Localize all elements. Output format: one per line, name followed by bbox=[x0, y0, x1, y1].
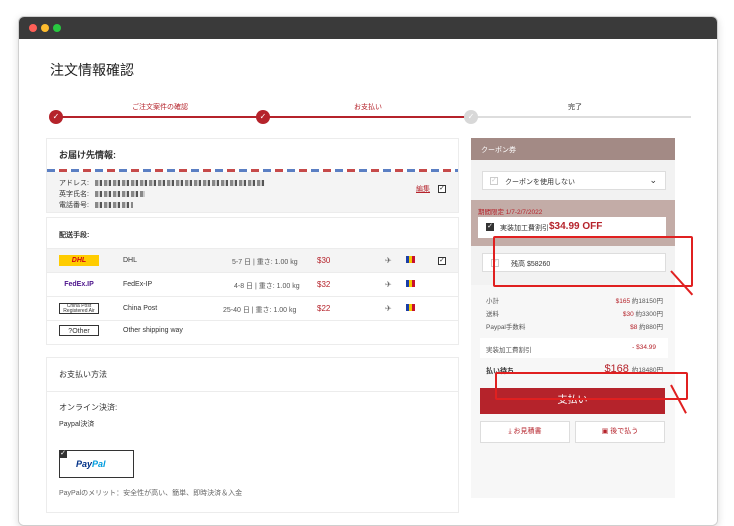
other-logo: ?Other bbox=[59, 325, 99, 336]
payment-card: お支払い方法 オンライン決済: Paypal決済 ✓ PayPal PayPal… bbox=[46, 357, 459, 513]
dhl-logo: DHL bbox=[59, 255, 99, 266]
blurred-name bbox=[94, 191, 145, 198]
discount-label: 実装加工費割引 bbox=[486, 347, 532, 354]
coupon-heading: クーポン券 bbox=[471, 138, 675, 160]
discount-highlight-box bbox=[495, 372, 688, 400]
paypal-label: Paypal決済 bbox=[59, 421, 95, 428]
paypal-checkbox[interactable]: ✓ bbox=[59, 450, 67, 458]
browser-window: 注文情報確認 ✓ ✓ ✓ ご注文案件の確認 お支払い 完了 お届け先情報: アド… bbox=[18, 16, 718, 526]
payment-body: オンライン決済: Paypal決済 ✓ PayPal PayPalのメリット：安… bbox=[47, 392, 458, 512]
shipping-option-dhl[interactable]: DHL DHL 5-7 日 | 重さ: 1.00 kg $30 ✈ ✓ bbox=[47, 248, 458, 272]
address-line: アドレス: bbox=[59, 178, 446, 189]
carrier-price: $30 bbox=[317, 256, 331, 265]
payment-heading: お支払い方法 bbox=[47, 358, 458, 392]
step-2-label: お支払い bbox=[354, 104, 382, 111]
coupon-select[interactable]: ✓ クーポンを使用しない ⌄ bbox=[482, 171, 666, 190]
window-titlebar bbox=[19, 17, 717, 39]
order-confirm-page: 注文情報確認 ✓ ✓ ✓ ご注文案件の確認 お支払い 完了 お届け先情報: アド… bbox=[19, 39, 717, 525]
flag-icon bbox=[406, 304, 415, 311]
address-checkbox[interactable]: ✓ bbox=[438, 185, 446, 193]
carrier-price: $32 bbox=[317, 280, 331, 289]
carrier-time: 4-8 日 | 重さ: 1.00 kg bbox=[234, 283, 300, 290]
maximize-window-icon[interactable] bbox=[53, 24, 61, 32]
carrier-name: DHL bbox=[123, 257, 138, 264]
shipping-option-china-post[interactable]: China Post Registered Air China Post 25-… bbox=[47, 296, 458, 320]
carrier-time: 5-7 日 | 重さ: 1.00 kg bbox=[232, 259, 298, 266]
chevron-down-icon: ⌄ bbox=[649, 175, 657, 185]
address-card: お届け先情報: アドレス: 英字氏名: 電話番号: 編集 ✓ bbox=[46, 138, 459, 213]
step-1-label: ご注文案件の確認 bbox=[132, 104, 188, 111]
promo-date: 期間限定 1/7-2/7/2022 bbox=[478, 209, 543, 216]
fedex-logo: FedEx.IP bbox=[64, 281, 94, 288]
airplane-icon: ✈ bbox=[385, 256, 392, 265]
minimize-window-icon[interactable] bbox=[41, 24, 49, 32]
coupon-select-value: クーポンを使用しない bbox=[505, 179, 575, 186]
promo-amount: $34.99 OFF bbox=[549, 221, 603, 232]
discount-value: - $34.99 bbox=[632, 344, 656, 351]
blurred-address bbox=[94, 180, 265, 187]
progress-line-2 bbox=[263, 116, 471, 118]
left-column: お届け先情報: アドレス: 英字氏名: 電話番号: 編集 ✓ 配送手段: DHL… bbox=[46, 138, 459, 513]
paypal-logo: PayPal bbox=[76, 459, 106, 469]
step-1-check-icon: ✓ bbox=[49, 110, 63, 124]
step-3-label: 完了 bbox=[568, 104, 582, 111]
step-2-check-icon: ✓ bbox=[256, 110, 270, 124]
carrier-time: 25-40 日 | 重さ: 1.00 kg bbox=[223, 307, 297, 314]
carrier-name: FedEx-IP bbox=[123, 281, 153, 288]
phone-line: 電話番号: bbox=[59, 200, 446, 211]
carrier-name: Other shipping way bbox=[123, 327, 183, 334]
edit-address-link[interactable]: 編集 bbox=[416, 184, 430, 195]
progress-line-3 bbox=[471, 116, 691, 118]
blurred-phone bbox=[94, 202, 133, 209]
shipping-option-other[interactable]: ?Other Other shipping way bbox=[47, 320, 458, 344]
airplane-icon: ✈ bbox=[385, 280, 392, 289]
close-window-icon[interactable] bbox=[29, 24, 37, 32]
pay-later-button[interactable]: ▣ 後で払う bbox=[575, 421, 665, 443]
promo-coupon[interactable]: ✓ 実装加工費割引 $34.99 OFF bbox=[478, 217, 666, 238]
shipping-card: 配送手段: DHL DHL 5-7 日 | 重さ: 1.00 kg $30 ✈ … bbox=[46, 217, 459, 345]
shipping-heading: 配送手段: bbox=[59, 232, 90, 239]
right-column: クーポン券 ✓ クーポンを使用しない ⌄ 期間限定 1/7-2/7/2022 ✓… bbox=[471, 138, 675, 498]
china-post-logo: China Post Registered Air bbox=[59, 303, 99, 314]
page-title: 注文情報確認 bbox=[50, 62, 134, 78]
carrier-name: China Post bbox=[123, 305, 158, 312]
online-payment-label: オンライン決済: bbox=[59, 403, 118, 412]
carrier-price: $22 bbox=[317, 304, 331, 313]
coupon-none-checkbox[interactable]: ✓ bbox=[490, 177, 498, 185]
shipping-fee-row: 送料 $30 約3300円 bbox=[486, 311, 663, 318]
promo-checkbox[interactable]: ✓ bbox=[486, 223, 494, 231]
download-icon: ⤓ bbox=[508, 428, 512, 435]
paypal-note: PayPalのメリット：安全性が高い、簡単、即時決済＆入金 bbox=[59, 490, 243, 497]
shipping-checkbox[interactable]: ✓ bbox=[438, 257, 446, 265]
address-heading: お届け先情報: bbox=[59, 150, 116, 160]
airplane-icon: ✈ bbox=[385, 304, 392, 313]
promo-highlight-box bbox=[493, 236, 693, 287]
promo-label: 実装加工費割引 bbox=[500, 225, 549, 232]
flag-icon bbox=[406, 256, 415, 263]
progress-line-1 bbox=[56, 116, 263, 118]
name-line: 英字氏名: bbox=[59, 189, 446, 200]
shipping-option-fedex[interactable]: FedEx.IP FedEx-IP 4-8 日 | 重さ: 1.00 kg $3… bbox=[47, 272, 458, 296]
quote-button[interactable]: ⤓ お見積書 bbox=[480, 421, 570, 443]
paypal-option[interactable]: ✓ PayPal bbox=[59, 450, 134, 478]
discount-row: 実装加工費割引 - $34.99 bbox=[480, 338, 668, 358]
address-body: アドレス: 英字氏名: 電話番号: 編集 ✓ bbox=[47, 172, 458, 212]
invoice-icon: ▣ bbox=[601, 428, 609, 435]
subtotal-row: 小計 $165 約18150円 bbox=[486, 298, 663, 305]
paypal-fee-row: Paypal手数料 $8 約880円 bbox=[486, 324, 663, 331]
step-3-check-icon: ✓ bbox=[464, 110, 478, 124]
flag-icon bbox=[406, 280, 415, 287]
